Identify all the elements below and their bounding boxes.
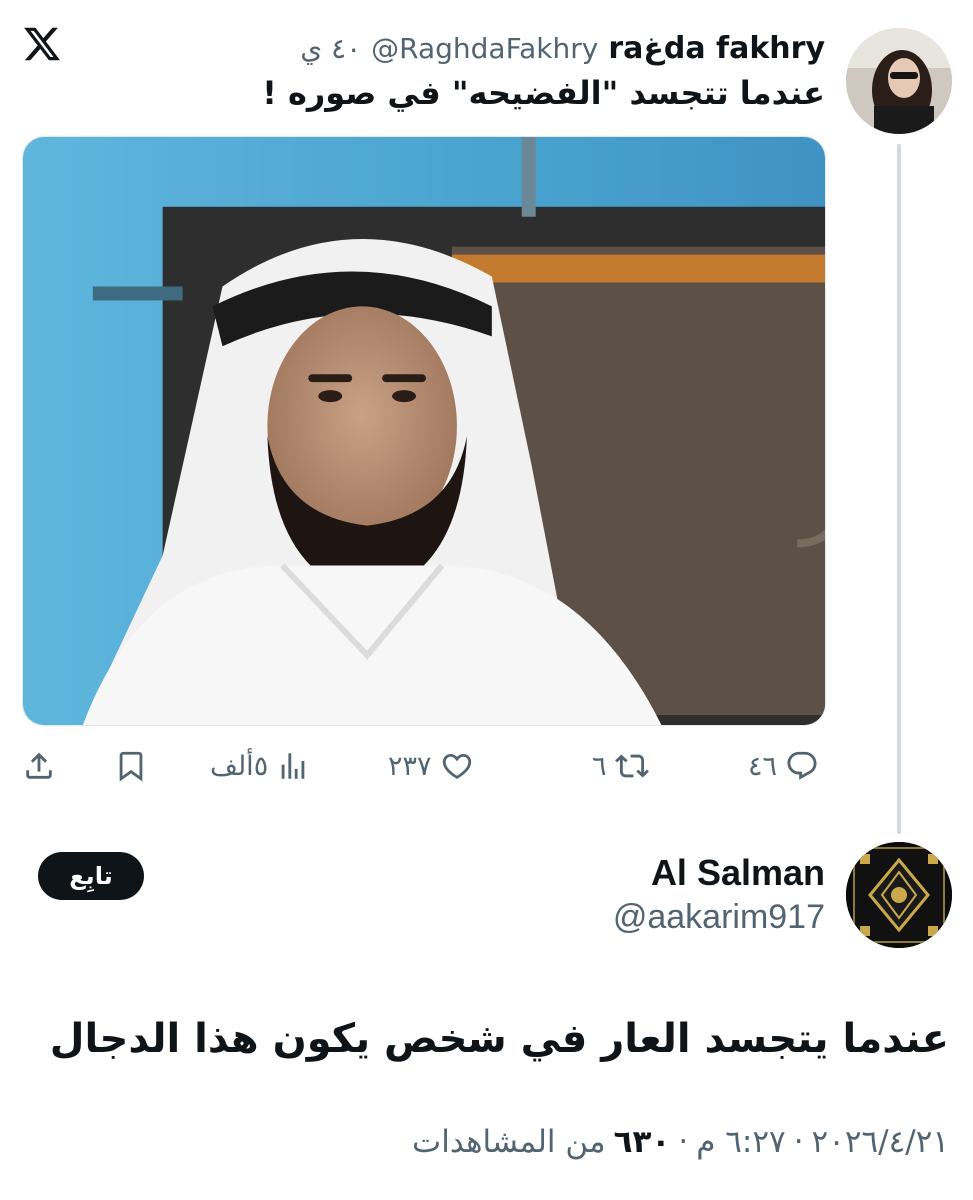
quoted-author-handle[interactable]: @RaghdaFakhry [371,32,598,65]
tweet-photo[interactable]: ـواتـر [22,136,826,726]
views-icon [281,753,305,779]
views-count: ٥ألف [210,750,269,782]
svg-text:ـواتـر: ـواتـر [797,444,825,548]
bookmark-button[interactable] [114,744,148,788]
thread-connector-line [897,144,901,834]
quoted-author-avatar[interactable] [846,28,952,134]
share-icon [26,752,52,779]
like-icon [442,753,471,779]
quoted-tweet-time[interactable]: ٤٠ ي [300,32,361,65]
reply-count: ٤٦ [748,750,778,782]
views-stat[interactable]: ٥ألف [210,744,310,788]
main-author-avatar[interactable] [846,842,952,948]
bookmark-icon [119,751,143,782]
quoted-tweet-text: عندما تتجسد "الفضيحه" في صوره ! [262,74,825,112]
tweet-time[interactable]: ٦:٢٧ م [696,1124,785,1160]
repost-button[interactable]: ٦ [592,744,649,788]
meta-separator: · [793,1124,804,1160]
reply-icon [787,751,817,780]
tweet-action-bar: ٥ألف ٢٣٧ ٦ ٤٦ [22,744,828,788]
follow-button[interactable]: تابِع [38,852,144,900]
views-label: من المشاهدات [412,1124,606,1160]
share-button[interactable] [22,744,56,788]
quoted-author-name[interactable]: raغda fakhry [608,31,825,66]
x-logo-icon[interactable] [22,24,62,64]
main-author-handle[interactable]: @aakarim917 [613,898,825,937]
meta-separator: · [678,1124,689,1160]
main-author-name[interactable]: Al Salman [651,852,825,894]
like-button[interactable]: ٢٣٧ [388,744,474,788]
tweet-date[interactable]: ٢٠٢٦/٤/٢١ [812,1124,949,1160]
tweet-metadata: ٢٠٢٦/٤/٢١ · ٦:٢٧ م · ٦٣٠ من المشاهدات [412,1124,949,1160]
repost-icon [614,754,649,778]
like-count: ٢٣٧ [388,750,432,782]
main-tweet-text: عندما يتجسد العار في شخص يكون هذا الدجال [49,1016,949,1062]
views-total: ٦٣٠ [613,1124,671,1160]
repost-count: ٦ [592,750,607,782]
quoted-tweet-header: raغda fakhry @RaghdaFakhry ٤٠ ي [300,26,825,70]
reply-button[interactable]: ٤٦ [748,744,819,788]
